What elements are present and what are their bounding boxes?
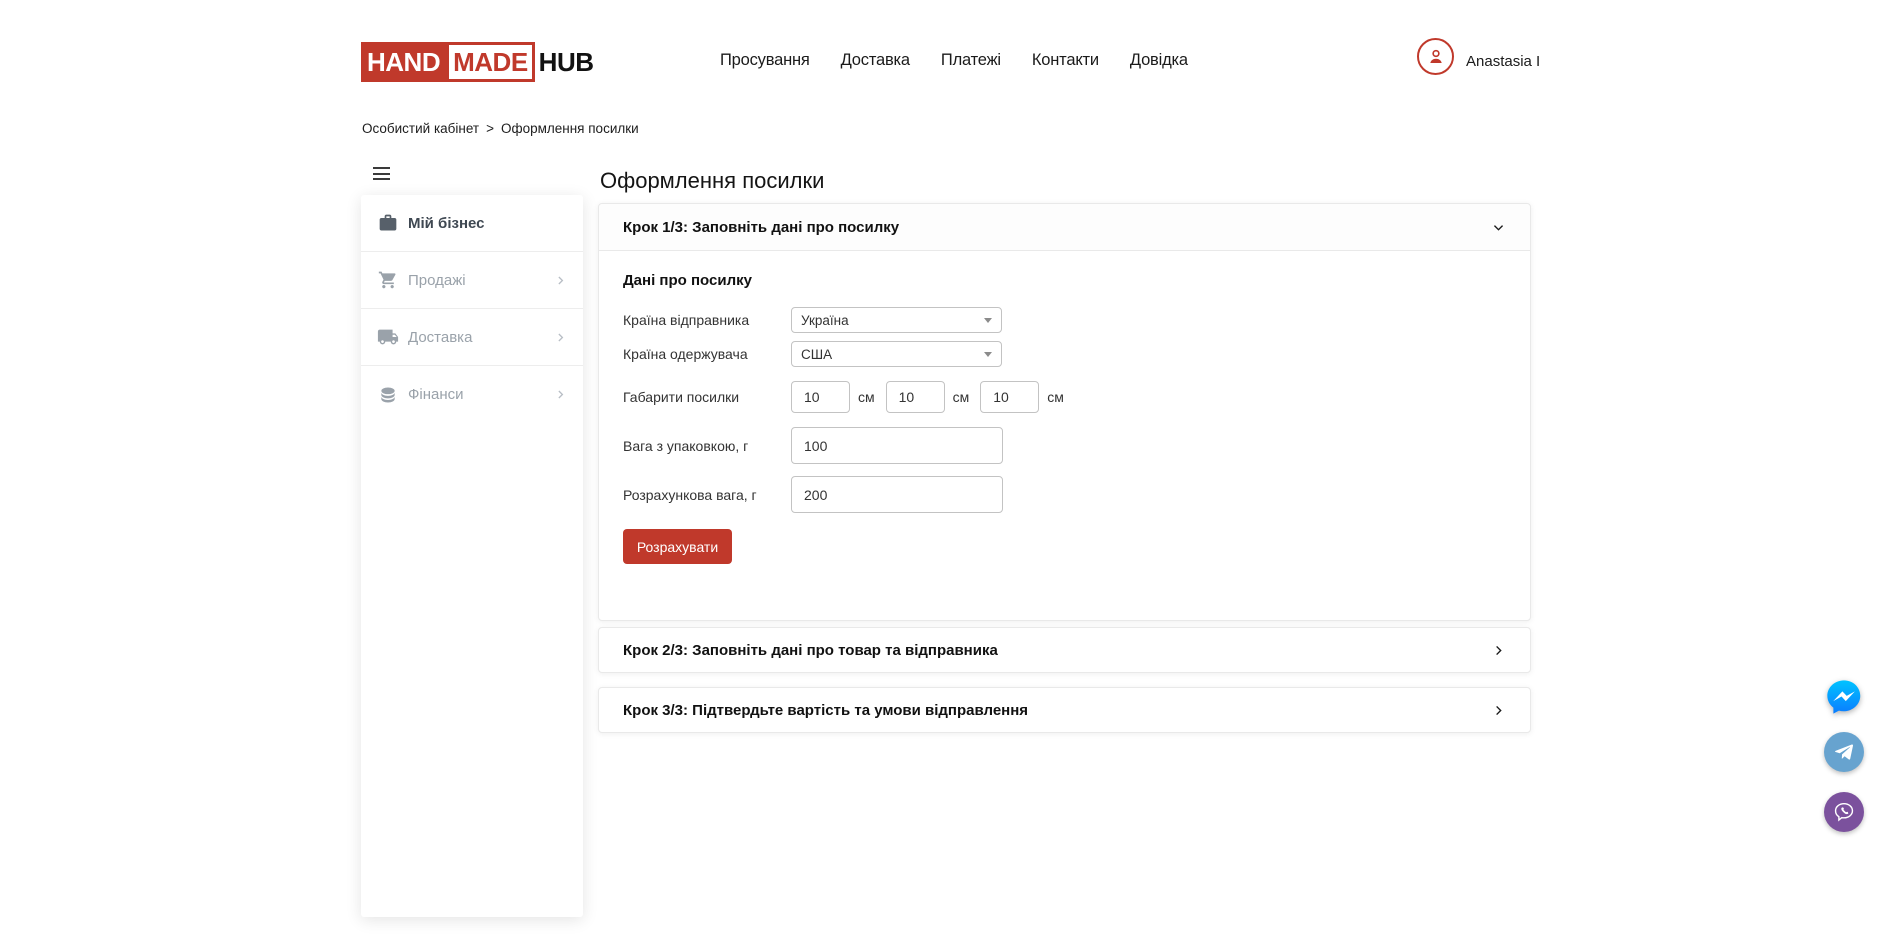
chevron-right-icon — [1491, 643, 1506, 658]
breadcrumb: Особистий кабінет > Оформлення посилки — [362, 121, 639, 136]
nav-item-contacts[interactable]: Контакти — [1032, 51, 1099, 70]
step2-title: Крок 2/3: Заповніть дані про товар та ві… — [623, 642, 998, 659]
username-label: Anastasia I — [1466, 53, 1540, 70]
sidebar-item-label: Мій бізнес — [408, 215, 485, 232]
sidebar-item-finances[interactable]: Фінанси — [361, 366, 583, 423]
dimensions-label: Габарити посилки — [623, 389, 791, 405]
user-avatar[interactable] — [1417, 38, 1454, 75]
truck-icon — [377, 326, 399, 348]
calculated-weight-label: Розрахункова вага, г — [623, 487, 791, 503]
cart-icon — [377, 269, 399, 291]
breadcrumb-current: Оформлення посилки — [501, 121, 639, 136]
dimension-height-input[interactable] — [980, 381, 1039, 413]
sender-country-value: Україна — [801, 313, 849, 328]
briefcase-icon — [377, 212, 399, 234]
sidebar-item-my-business[interactable]: Мій бізнес — [361, 195, 583, 252]
logo-part-hand: HAND — [361, 42, 446, 82]
breadcrumb-home[interactable]: Особистий кабінет — [362, 121, 479, 136]
viber-icon — [1831, 799, 1857, 825]
dropdown-arrow-icon — [984, 352, 992, 357]
messenger-button[interactable] — [1824, 677, 1864, 717]
telegram-icon — [1832, 740, 1856, 764]
dimension-width-input[interactable] — [886, 381, 945, 413]
page-title: Оформлення посилки — [600, 168, 824, 194]
viber-button[interactable] — [1824, 792, 1864, 832]
sender-country-select[interactable]: Україна — [791, 307, 1002, 333]
packed-weight-label: Вага з упаковкою, г — [623, 438, 791, 454]
sidebar-toggle-hamburger-icon[interactable] — [373, 167, 390, 180]
logo-part-made: MADE — [446, 42, 535, 82]
calculated-weight-input[interactable] — [791, 476, 1003, 513]
coins-icon — [377, 384, 399, 406]
step1-form: Дані про посилку Країна відправника Укра… — [599, 251, 1530, 564]
recipient-country-label: Країна одержувача — [623, 346, 791, 362]
nav-item-help[interactable]: Довідка — [1130, 51, 1188, 70]
nav-item-promotion[interactable]: Просування — [720, 51, 810, 70]
chevron-right-icon — [554, 388, 567, 401]
chevron-right-icon — [1491, 703, 1506, 718]
sidebar-item-label: Доставка — [408, 329, 472, 346]
sidebar-item-sales[interactable]: Продажі — [361, 252, 583, 309]
chevron-right-icon — [554, 274, 567, 287]
dimension-unit-label: см — [1047, 389, 1064, 405]
recipient-country-select[interactable]: США — [791, 341, 1002, 367]
step3-accordion-header[interactable]: Крок 3/3: Підтвердьте вартість та умови … — [598, 687, 1531, 733]
logo-part-hub: HUB — [535, 42, 594, 82]
recipient-country-value: США — [801, 347, 832, 362]
packed-weight-input[interactable] — [791, 427, 1003, 464]
sender-country-label: Країна відправника — [623, 312, 791, 328]
telegram-button[interactable] — [1824, 732, 1864, 772]
step3-title: Крок 3/3: Підтвердьте вартість та умови … — [623, 702, 1028, 719]
sidebar-item-label: Продажі — [408, 272, 466, 289]
nav-item-delivery[interactable]: Доставка — [841, 51, 910, 70]
chevron-down-icon — [1491, 220, 1506, 235]
person-icon — [1425, 46, 1447, 68]
main-nav: Просування Доставка Платежі Контакти Дов… — [720, 51, 1188, 70]
step1-accordion-header[interactable]: Крок 1/3: Заповніть дані про посилку — [599, 204, 1530, 251]
dropdown-arrow-icon — [984, 318, 992, 323]
handmadehub-logo[interactable]: HAND MADE HUB — [361, 42, 594, 82]
messenger-icon — [1824, 677, 1864, 717]
sidebar-item-label: Фінанси — [408, 386, 464, 403]
step2-accordion-header[interactable]: Крок 2/3: Заповніть дані про товар та ві… — [598, 627, 1531, 673]
dimension-length-input[interactable] — [791, 381, 850, 413]
nav-item-payments[interactable]: Платежі — [941, 51, 1001, 70]
chevron-right-icon — [554, 331, 567, 344]
breadcrumb-separator: > — [486, 121, 494, 136]
sidebar-item-delivery[interactable]: Доставка — [361, 309, 583, 366]
calculate-button[interactable]: Розрахувати — [623, 529, 732, 564]
dimension-unit-label: см — [953, 389, 970, 405]
step1-card: Крок 1/3: Заповніть дані про посилку Дан… — [598, 203, 1531, 621]
step1-title: Крок 1/3: Заповніть дані про посилку — [623, 219, 899, 236]
form-heading: Дані про посилку — [623, 272, 1506, 289]
dimension-unit-label: см — [858, 389, 875, 405]
sidebar: Мій бізнес Продажі Доставка Фінанси — [361, 195, 583, 917]
